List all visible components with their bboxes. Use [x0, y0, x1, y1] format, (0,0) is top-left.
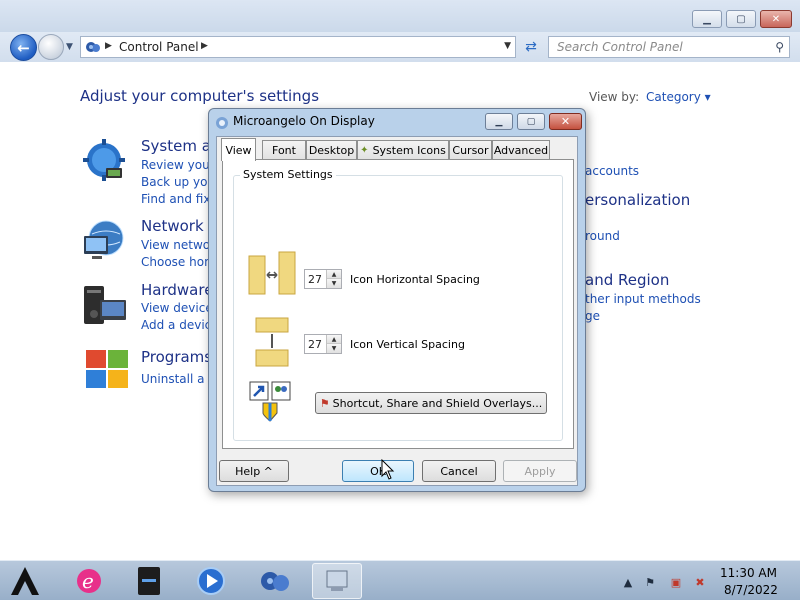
horizontal-spin-up-icon[interactable]: ▲: [327, 270, 341, 279]
category-network-internet[interactable]: Network a: [141, 217, 218, 235]
volume-muted-icon[interactable]: ✖: [692, 575, 708, 589]
taskbar-drive[interactable]: [124, 563, 174, 599]
view-tab-panel: System Settings 27 ▲ ▼ Icon Horizontal S…: [222, 159, 574, 449]
taskbar-media-player[interactable]: [186, 563, 236, 599]
view-by-label: View by:: [589, 90, 640, 104]
vertical-spacing-spinner[interactable]: 27 ▲ ▼: [304, 334, 342, 354]
clock-date[interactable]: 8/7/2022: [724, 583, 778, 597]
action-center-flag-icon[interactable]: ⚑: [642, 575, 658, 589]
tab-view[interactable]: View: [221, 138, 256, 161]
network-status-icon[interactable]: ▣: [668, 575, 684, 589]
view-by-dropdown[interactable]: Category ▾: [646, 90, 711, 104]
overlays-button-icon: ⚑: [319, 396, 330, 410]
category-hardware-sound[interactable]: Hardware: [141, 281, 213, 299]
vertical-spinner-buttons: ▲ ▼: [326, 335, 341, 353]
horizontal-spacing-value[interactable]: 27: [308, 273, 322, 286]
category-appearance-personalization[interactable]: ersonalization: [585, 191, 690, 209]
search-placeholder: Search Control Panel: [557, 40, 683, 54]
breadcrumb-control-panel[interactable]: Control Panel: [119, 40, 199, 54]
taskbar-control-panel[interactable]: [250, 563, 300, 599]
system-security-icon[interactable]: [82, 138, 130, 186]
tab-system-icons-label: System Icons: [372, 144, 446, 157]
show-hidden-icons-icon[interactable]: ▲: [620, 575, 636, 589]
horizontal-spacing-label: Icon Horizontal Spacing: [350, 273, 480, 286]
vertical-spacing-label: Icon Vertical Spacing: [350, 338, 465, 351]
control-panel-taskbar-icon: [261, 572, 289, 591]
category-programs[interactable]: Programs: [141, 348, 212, 366]
link-input-methods[interactable]: ther input methods: [585, 292, 701, 306]
start-logo-icon: [11, 567, 39, 595]
window-titlebar: [0, 0, 800, 32]
system-icons-tab-icon: ✦: [360, 145, 369, 156]
mouse-cursor-icon: [381, 459, 395, 480]
ok-button[interactable]: OK: [342, 460, 414, 482]
address-dropdown-icon[interactable]: ▼: [504, 41, 511, 51]
search-icon[interactable]: ⚲: [775, 40, 784, 54]
link-change-language[interactable]: ge: [585, 309, 600, 323]
taskbar: e ▲ ⚑ ▣ ✖: [0, 560, 800, 600]
refresh-icon: ⇄: [525, 39, 537, 55]
horizontal-spin-down-icon[interactable]: ▼: [327, 279, 341, 288]
breadcrumb-separator-icon[interactable]: ▶: [105, 41, 112, 51]
system-settings-group: System Settings 27 ▲ ▼ Icon Horizontal S…: [233, 168, 563, 441]
hardware-sound-icon[interactable]: [80, 282, 128, 330]
forward-button[interactable]: [38, 34, 64, 60]
minimize-button[interactable]: ▁: [692, 10, 722, 28]
back-arrow-icon: ←: [17, 38, 30, 57]
vertical-spin-down-icon[interactable]: ▼: [327, 344, 341, 353]
clock-time[interactable]: 11:30 AM: [720, 566, 777, 580]
link-user-accounts[interactable]: accounts: [585, 164, 639, 178]
back-button[interactable]: ←: [10, 34, 37, 61]
cancel-button[interactable]: Cancel: [422, 460, 496, 482]
microangelo-dialog: Microangelo On Display ▁ ▢ ✕ View Font D…: [208, 108, 586, 492]
dialog-title: Microangelo On Display: [233, 114, 375, 128]
taskbar-microangelo[interactable]: [312, 563, 362, 599]
svg-text:e: e: [82, 569, 94, 593]
breadcrumb-chevron-icon[interactable]: ▶: [201, 41, 208, 51]
drive-icon: [138, 567, 160, 595]
network-internet-icon[interactable]: [80, 218, 128, 266]
search-box[interactable]: Search Control Panel ⚲: [548, 36, 790, 58]
horizontal-spinner-buttons: ▲ ▼: [326, 270, 341, 288]
address-bar[interactable]: ▶ Control Panel ▶ ▼: [80, 36, 516, 58]
media-player-icon: [197, 567, 225, 595]
dialog-maximize-button[interactable]: ▢: [517, 113, 545, 130]
group-label: System Settings: [240, 168, 336, 181]
page-title: Adjust your computer's settings: [80, 87, 320, 105]
tab-advanced[interactable]: Advanced: [492, 140, 550, 160]
microangelo-taskbar-icon: [326, 570, 348, 591]
category-system-security[interactable]: System ar: [141, 137, 217, 155]
link-choose-homegroup[interactable]: Choose hom: [141, 255, 216, 269]
tab-desktop[interactable]: Desktop: [306, 140, 357, 160]
help-button[interactable]: Help ^: [219, 460, 289, 482]
vertical-spacing-value[interactable]: 27: [308, 338, 322, 351]
start-button[interactable]: [0, 563, 50, 599]
tab-system-icons[interactable]: ✦ System Icons: [357, 140, 449, 160]
internet-explorer-icon: e: [77, 569, 101, 593]
vertical-spin-up-icon[interactable]: ▲: [327, 335, 341, 344]
tab-font[interactable]: Font: [262, 140, 306, 160]
dialog-minimize-button[interactable]: ▁: [485, 113, 513, 130]
apply-button[interactable]: Apply: [503, 460, 577, 482]
link-add-device[interactable]: Add a device: [141, 318, 219, 332]
overlays-button[interactable]: ⚑ Shortcut, Share and Shield Overlays...: [315, 392, 547, 414]
horizontal-spacing-spinner[interactable]: 27 ▲ ▼: [304, 269, 342, 289]
overlays-icon: [249, 381, 291, 422]
category-clock-language-region[interactable]: and Region: [585, 271, 669, 289]
refresh-button[interactable]: ⇄: [520, 36, 542, 58]
horizontal-spacing-icon: [248, 251, 296, 295]
maximize-button[interactable]: ▢: [726, 10, 756, 28]
programs-icon[interactable]: [84, 346, 132, 394]
control-panel-icon: [86, 42, 100, 52]
dialog-close-button[interactable]: ✕: [549, 113, 582, 130]
vertical-spacing-icon: [255, 317, 289, 367]
overlays-button-label: Shortcut, Share and Shield Overlays...: [332, 396, 543, 410]
tab-cursor[interactable]: Cursor: [449, 140, 492, 160]
recent-pages-dropdown-icon[interactable]: ▼: [66, 42, 73, 52]
dialog-app-icon: [216, 117, 228, 129]
taskbar-internet-explorer[interactable]: e: [64, 563, 114, 599]
close-button[interactable]: ✕: [760, 10, 792, 28]
link-change-background[interactable]: round: [585, 229, 620, 243]
link-review-status[interactable]: Review your: [141, 158, 215, 172]
